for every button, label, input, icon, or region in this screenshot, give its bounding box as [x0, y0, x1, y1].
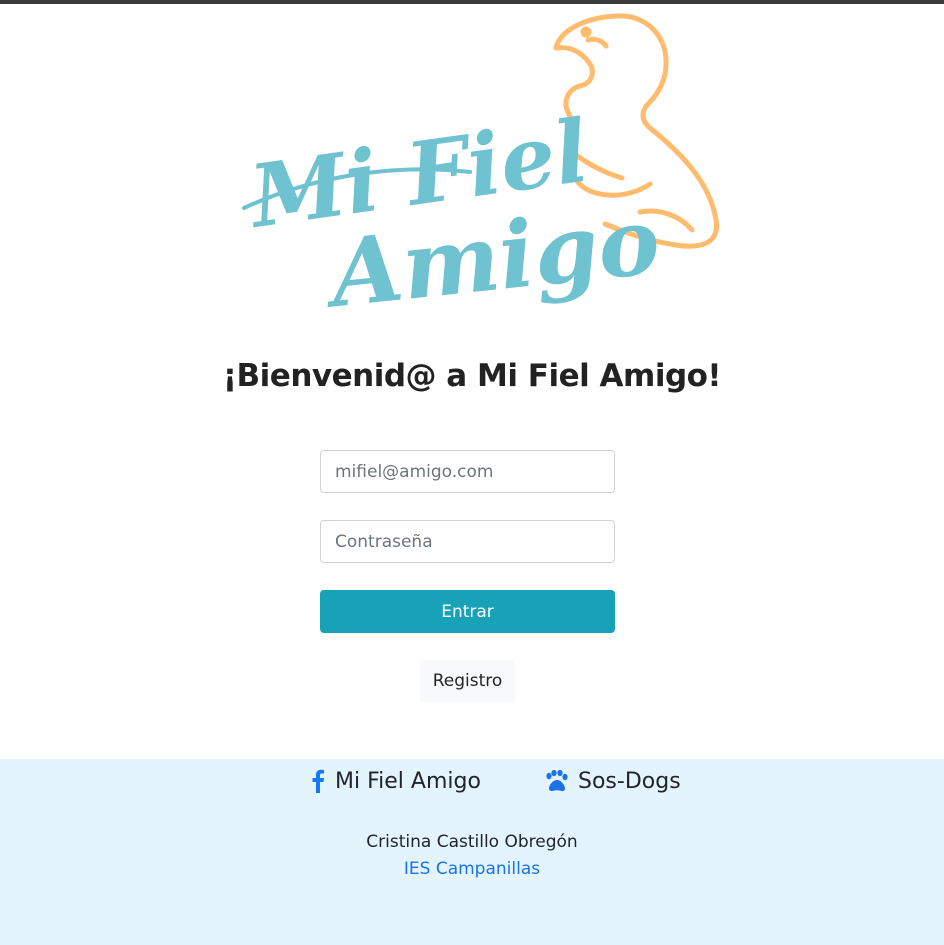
footer: Mi Fiel Amigo Sos-Dogs Cristina Castillo… [0, 759, 944, 945]
register-button[interactable]: Registro [420, 660, 515, 702]
sos-dogs-link[interactable]: Sos-Dogs [544, 767, 681, 795]
school-link[interactable]: IES Campanillas [0, 859, 944, 879]
facebook-link-label: Mi Fiel Amigo [335, 768, 481, 794]
logo-text: Mi Fiel Amigo [241, 101, 664, 324]
logo-graphic: Mi Fiel Amigo [241, 13, 719, 324]
welcome-title: ¡Bienvenid@ a Mi Fiel Amigo! [222, 358, 722, 394]
sos-dogs-label: Sos-Dogs [578, 768, 681, 794]
paw-icon [544, 770, 568, 792]
brand-logo: Mi Fiel Amigo [240, 12, 720, 324]
window-top-border [0, 0, 944, 4]
facebook-icon [311, 769, 325, 793]
author-name: Cristina Castillo Obregón [366, 832, 578, 852]
login-button[interactable]: Entrar [320, 590, 615, 633]
email-field[interactable] [320, 450, 615, 493]
facebook-link[interactable]: Mi Fiel Amigo [311, 767, 481, 795]
password-field[interactable] [320, 520, 615, 563]
